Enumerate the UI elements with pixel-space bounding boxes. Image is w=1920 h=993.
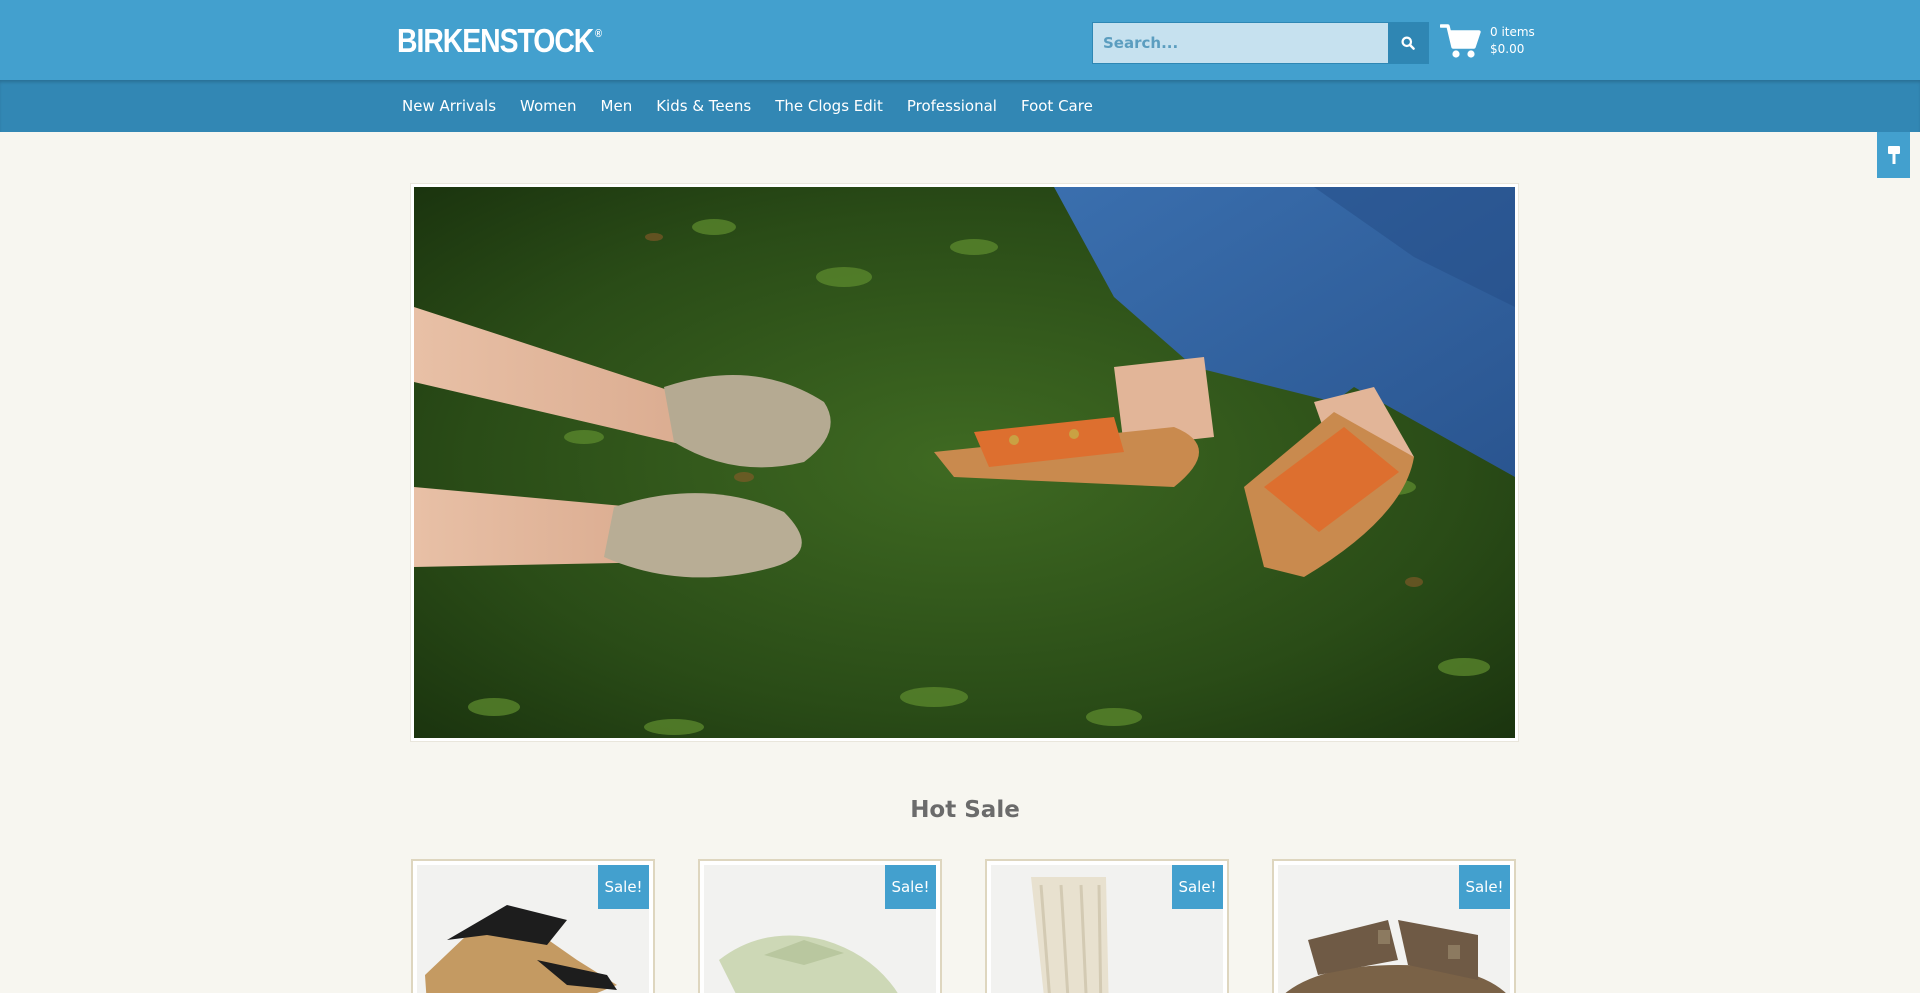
product-card[interactable]: Sale! xyxy=(985,859,1229,993)
cart-widget[interactable]: 0 items $0.00 xyxy=(1440,21,1535,61)
nav-item-foot-care[interactable]: Foot Care xyxy=(1009,97,1105,115)
cart-summary: 0 items $0.00 xyxy=(1490,24,1535,58)
nav-item-kids-teens[interactable]: Kids & Teens xyxy=(644,97,763,115)
hot-sale-title: Hot Sale xyxy=(910,797,1020,823)
main-navigation: New Arrivals Women Men Kids & Teens The … xyxy=(0,80,1920,132)
nav-item-new-arrivals[interactable]: New Arrivals xyxy=(390,97,508,115)
brand-logo[interactable]: BIRKENSTOCK ® xyxy=(397,22,602,62)
sale-badge: Sale! xyxy=(1459,865,1510,909)
nav-item-women[interactable]: Women xyxy=(508,97,588,115)
nav-item-clogs-edit[interactable]: The Clogs Edit xyxy=(763,97,895,115)
paint-roller-icon xyxy=(1887,146,1900,164)
site-header: BIRKENSTOCK ® 0 items $0.00 xyxy=(0,0,1920,80)
product-card[interactable]: Sale! xyxy=(411,859,655,993)
registered-mark: ® xyxy=(594,28,602,40)
cart-icon xyxy=(1440,24,1481,58)
cart-item-count: 0 items xyxy=(1490,25,1535,39)
product-card[interactable]: Sale! xyxy=(1272,859,1516,993)
side-style-tab[interactable] xyxy=(1877,132,1910,178)
hero-banner[interactable] xyxy=(410,183,1519,742)
sale-badge: Sale! xyxy=(1172,865,1223,909)
product-card[interactable]: Sale! xyxy=(698,859,942,993)
search-input[interactable] xyxy=(1093,23,1388,63)
search-icon xyxy=(1401,36,1415,50)
search-form xyxy=(1092,22,1429,64)
nav-item-professional[interactable]: Professional xyxy=(895,97,1009,115)
sale-badge: Sale! xyxy=(598,865,649,909)
cart-total: $0.00 xyxy=(1490,42,1525,56)
search-button[interactable] xyxy=(1388,23,1428,63)
brand-logo-text: BIRKENSTOCK xyxy=(397,22,594,59)
nav-item-men[interactable]: Men xyxy=(589,97,645,115)
hero-image xyxy=(414,187,1515,738)
sale-badge: Sale! xyxy=(885,865,936,909)
nav-menu: New Arrivals Women Men Kids & Teens The … xyxy=(390,80,1105,132)
